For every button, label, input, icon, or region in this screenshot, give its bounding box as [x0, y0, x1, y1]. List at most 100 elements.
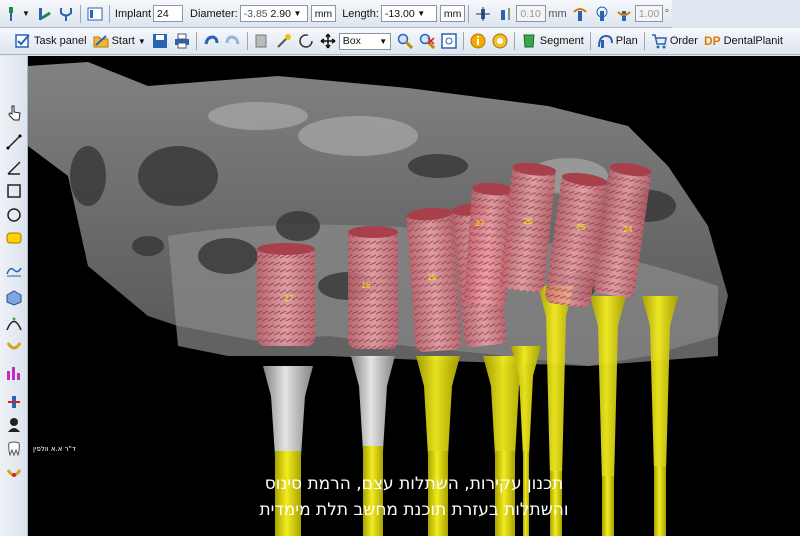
jaw-icon — [6, 339, 22, 356]
angle-icon — [6, 160, 22, 179]
volume-tool-button[interactable] — [4, 289, 24, 309]
wave-icon — [6, 262, 22, 281]
implant-tool-button[interactable]: ▼ — [0, 3, 33, 25]
diameter-select[interactable]: -3.85 2.90 ▼ — [239, 5, 308, 22]
rectangle-tool-button[interactable] — [4, 182, 24, 202]
rotate-view-button[interactable] — [295, 30, 317, 52]
settings-button[interactable] — [489, 30, 511, 52]
tooth-button[interactable] — [4, 440, 24, 460]
pan-button[interactable] — [317, 30, 339, 52]
tooth-icon — [6, 441, 22, 460]
curve-tool-button[interactable] — [4, 261, 24, 281]
implant-number-field[interactable]: 24 — [153, 5, 183, 22]
zoom-out-button[interactable] — [416, 30, 438, 52]
save-icon — [152, 33, 168, 49]
divider — [108, 4, 110, 23]
move-implant-button[interactable] — [472, 3, 494, 25]
dentalplanit-label: DentalPlanit — [723, 35, 783, 47]
implant-position-button[interactable] — [4, 393, 24, 413]
circle-icon — [6, 207, 22, 226]
ratio-field[interactable]: 1.00 — [634, 5, 663, 22]
plan-label: Plan — [615, 35, 638, 47]
save-button[interactable] — [149, 30, 171, 52]
info-button[interactable] — [467, 30, 489, 52]
implant-table-icon — [87, 6, 103, 22]
pointer-tool-button[interactable] — [4, 104, 24, 124]
implant-table-button[interactable] — [84, 3, 106, 25]
undo-icon — [203, 33, 219, 49]
magnifier-icon — [397, 33, 413, 50]
zoom-button[interactable] — [394, 30, 416, 52]
order-label: Order — [669, 35, 698, 47]
task-panel-button[interactable]: Task panel — [12, 30, 90, 52]
plan-button[interactable]: Plan — [594, 30, 641, 52]
tilt-left-button[interactable] — [569, 3, 591, 25]
copy-icon — [254, 33, 270, 49]
diameter-label: Diameter: — [190, 7, 238, 20]
angle-measure-button[interactable] — [4, 159, 24, 179]
segment-label: Segment — [539, 35, 584, 47]
divider — [79, 4, 81, 23]
chevron-down-icon: ▼ — [417, 9, 426, 18]
rotate-button[interactable] — [591, 3, 613, 25]
print-icon — [174, 33, 190, 49]
move-arrows-icon — [320, 33, 336, 49]
circle-tool-button[interactable] — [4, 206, 24, 226]
task-panel-label: Task panel — [34, 35, 87, 47]
order-button[interactable]: Order — [648, 30, 701, 52]
nerve-arc-icon — [6, 315, 22, 334]
view-mode-value: Box — [342, 35, 361, 47]
jaw-3d-render: 1716151427262524 — [28, 62, 728, 536]
tool-sidebar — [0, 56, 28, 536]
abutment — [351, 356, 395, 451]
start-label: Start — [111, 35, 135, 47]
divider — [468, 4, 470, 23]
undo-button[interactable] — [200, 30, 222, 52]
nerve-tool-button[interactable] — [4, 314, 24, 334]
histogram-tool-button[interactable] — [4, 364, 24, 384]
length-value: -13.00 — [384, 7, 415, 20]
abutment — [263, 366, 313, 456]
depth-implant-button[interactable] — [494, 3, 516, 25]
diameter-value: 2.90 — [270, 7, 291, 20]
dp-logo: DP — [703, 34, 721, 48]
redo-button[interactable] — [222, 30, 244, 52]
author-signature: ד"ר א.א וולפין — [33, 445, 76, 453]
main-toolbar: Task panel Start ▼ Box ▼ Segment Plan Orde… — [0, 28, 800, 55]
length-select[interactable]: -13.00 ▼ — [380, 5, 437, 22]
3d-viewport[interactable]: 1716151427262524 ד"ר א.א וולפין תכנון עק… — [28, 56, 800, 536]
chevron-down-icon: ▼ — [379, 36, 388, 46]
model-button[interactable] — [4, 464, 24, 484]
magnifier-cross-icon — [419, 33, 435, 50]
cube-icon — [6, 289, 22, 309]
plan-icon — [597, 33, 613, 49]
chevron-down-icon: ▼ — [293, 9, 302, 18]
divider — [643, 32, 645, 50]
fit-view-button[interactable] — [438, 30, 460, 52]
implant-number-label: 26 — [524, 217, 533, 226]
hand-pointer-icon — [6, 104, 22, 125]
angled-implant-button[interactable] — [33, 3, 55, 25]
patient-button[interactable] — [4, 416, 24, 436]
offset-field[interactable]: 0.10 — [516, 5, 547, 22]
view-mode-select[interactable]: Box ▼ — [338, 32, 391, 50]
caption: תכנון עקירות, השתלות עצם, הרמת סינוס והש… — [28, 471, 800, 523]
tilt-right-button[interactable] — [613, 3, 635, 25]
wizard-button[interactable] — [273, 30, 295, 52]
model-icon — [6, 466, 22, 483]
line-measure-button[interactable] — [4, 133, 24, 153]
divider — [246, 32, 248, 50]
segment-button[interactable]: Segment — [518, 30, 587, 52]
fork-tool-button[interactable] — [55, 3, 77, 25]
segment-icon — [521, 33, 537, 49]
dentalplanit-button[interactable]: DP DentalPlanit — [701, 30, 786, 52]
start-button[interactable]: Start ▼ — [90, 30, 149, 52]
abutment — [416, 356, 460, 456]
copy-button[interactable] — [251, 30, 273, 52]
print-button[interactable] — [171, 30, 193, 52]
caption-line-2: והשתלות בעזרת תוכנת מחשב תלת מימדית — [259, 500, 569, 520]
tilt-left-icon — [572, 6, 588, 22]
jaw-tool-button[interactable] — [4, 337, 24, 357]
angled-implant-icon — [36, 6, 52, 22]
annotation-tool-button[interactable] — [4, 230, 24, 250]
